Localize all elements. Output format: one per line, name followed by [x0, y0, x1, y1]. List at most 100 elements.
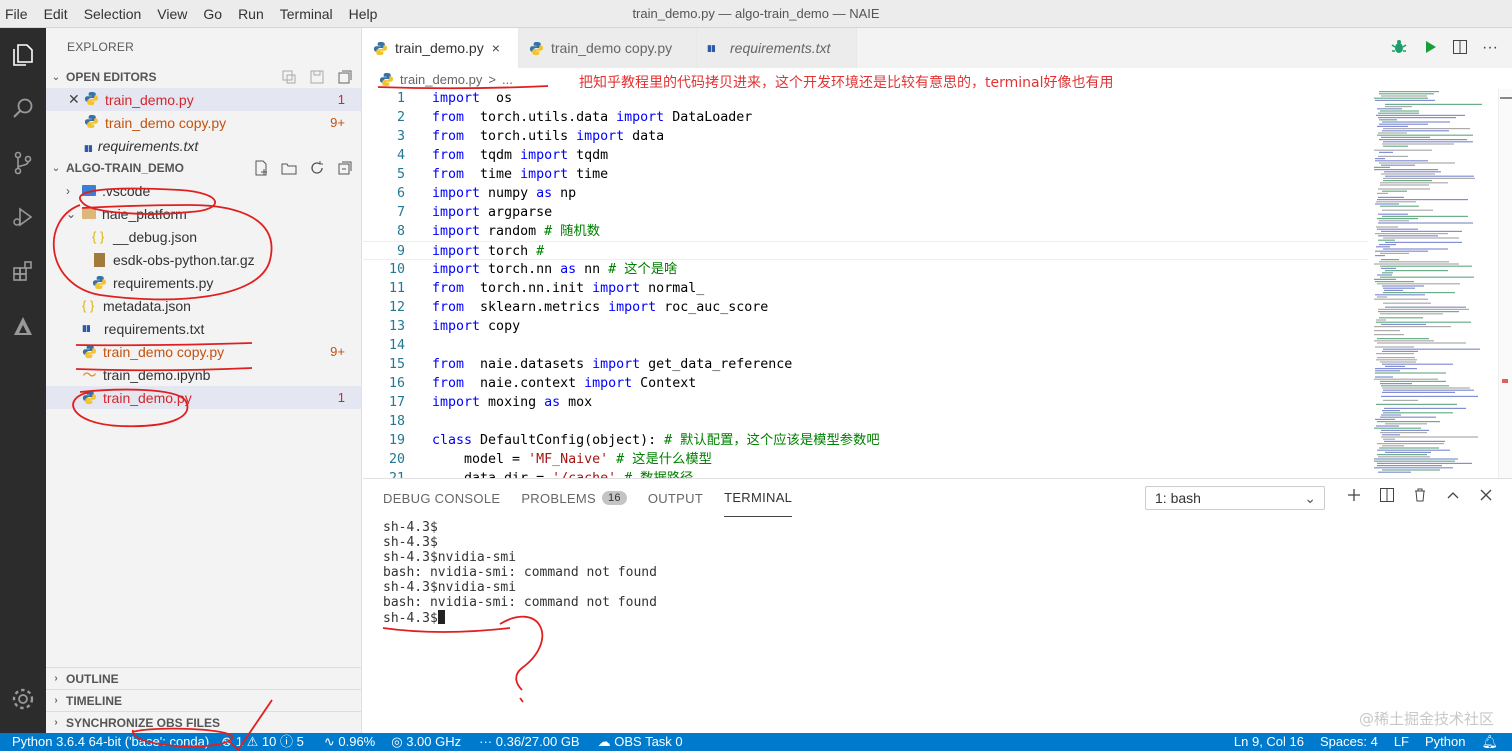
editor-tab[interactable]: ▮▮ requirements.txt [697, 28, 857, 68]
line-number: 20 [388, 452, 405, 467]
collapse-all-icon[interactable] [337, 160, 353, 176]
source-control-icon[interactable] [0, 140, 46, 186]
python-file-icon [92, 275, 107, 290]
settings-gear-icon[interactable] [0, 676, 46, 722]
freq-status[interactable]: ◎ 3.00 GHz [391, 733, 461, 751]
panel-tab-debug-console[interactable]: DEBUG CONSOLE [383, 479, 500, 517]
menu-help[interactable]: Help [341, 0, 386, 28]
close-icon[interactable]: × [492, 40, 500, 56]
python-file-icon [373, 41, 388, 56]
folder-item[interactable]: › .vscode [46, 179, 361, 202]
tree-item-label: requirements.py [113, 274, 214, 291]
terminal-select[interactable]: 1: bash ⌄ [1145, 486, 1325, 510]
editor-tab[interactable]: train_demo.py × [363, 28, 519, 68]
close-panel-icon[interactable] [1478, 487, 1494, 506]
close-all-icon[interactable] [337, 69, 353, 85]
section-timeline[interactable]: › TIMELINE [46, 689, 362, 711]
menu-selection[interactable]: Selection [76, 0, 150, 28]
split-editor-icon[interactable] [1452, 39, 1468, 58]
editor-scrollbar[interactable] [1498, 89, 1512, 478]
terminal-line: sh-4.3$ [383, 520, 1512, 535]
file-item[interactable]: requirements.py [46, 271, 361, 294]
bug-icon[interactable] [1390, 38, 1408, 59]
panel-tab-terminal[interactable]: TERMINAL [724, 479, 793, 517]
code-token: import [432, 262, 481, 277]
problems-status[interactable]: ⊗ 1 ⚠ 10 ⓘ 5 [221, 733, 304, 751]
language-mode[interactable]: Python [1425, 733, 1465, 751]
maximize-panel-icon[interactable] [1445, 487, 1461, 506]
new-folder-icon[interactable] [281, 160, 297, 176]
open-editor-label: requirements.txt [97, 137, 199, 154]
notifications-bell-icon[interactable]: 🔔︎ [1481, 733, 1498, 751]
cursor-position[interactable]: Ln 9, Col 16 [1234, 733, 1304, 751]
cpu-status[interactable]: ∿ 0.96% [324, 733, 375, 751]
save-all-icon[interactable] [309, 69, 325, 85]
tree-item-label: train_demo.py [103, 389, 192, 406]
section-outline[interactable]: › OUTLINE [46, 667, 362, 689]
python-interpreter[interactable]: Python 3.6.4 64-bit ('base': conda) [12, 733, 209, 751]
open-editors-header[interactable]: ⌄ OPEN EDITORS [46, 66, 361, 88]
new-file-icon[interactable] [253, 160, 269, 176]
menu-go[interactable]: Go [195, 0, 230, 28]
indentation[interactable]: Spaces: 4 [1320, 733, 1378, 751]
code-token: np [552, 186, 577, 201]
panel-tab-label: OUTPUT [647, 490, 704, 506]
code-token: torch.utils [464, 129, 577, 144]
split-terminal-icon[interactable] [1379, 487, 1395, 506]
file-item[interactable]: { } metadata.json [46, 294, 361, 317]
minimap[interactable] [1370, 89, 1498, 478]
memory-value: 0.36/27.00 GB [495, 734, 580, 749]
terminal-output[interactable]: sh-4.3$ sh-4.3$ sh-4.3$nvidia-smi bash: nvi… [363, 517, 1512, 626]
new-untitled-file-icon[interactable] [281, 69, 297, 85]
workspace-header[interactable]: ⌄ ALGO-TRAIN_DEMO [46, 157, 361, 179]
file-item[interactable]: ▮▮ requirements.txt [46, 317, 361, 340]
files-icon[interactable] [0, 32, 46, 78]
kill-terminal-icon[interactable] [1412, 487, 1428, 506]
open-editor-item[interactable]: ▮▮ requirements.txt [46, 134, 361, 157]
menu-terminal[interactable]: Terminal [272, 0, 341, 28]
breadcrumb-more[interactable]: ... [502, 72, 513, 87]
end-of-line[interactable]: LF [1394, 733, 1409, 751]
panel-tab-output[interactable]: OUTPUT [648, 479, 703, 517]
file-item[interactable]: train_demo copy.py 9+ [46, 340, 361, 363]
naie-icon[interactable] [0, 304, 46, 350]
code-line: 5 from time import time [363, 165, 1368, 184]
refresh-icon[interactable] [309, 160, 325, 176]
panel-tab-problems[interactable]: PROBLEMS 16 [521, 479, 627, 517]
line-number: 1 [396, 91, 405, 106]
terminal-text: sh-4.3$ [383, 535, 438, 550]
breadcrumb-file[interactable]: train_demo.py [400, 72, 482, 87]
code-text: from time import time [432, 165, 608, 184]
menu-run[interactable]: Run [230, 0, 272, 28]
run-debug-icon[interactable] [0, 194, 46, 240]
open-editor-item[interactable]: train_demo copy.py 9+ [46, 111, 361, 134]
tree-item-label: requirements.txt [104, 320, 205, 337]
file-item[interactable]: 〜 train_demo.ipynb [46, 363, 361, 386]
code-token: # 默认配置，这个应该是模型参数吧 [664, 433, 880, 448]
menu-view[interactable]: View [149, 0, 195, 28]
more-actions-icon[interactable]: ··· [1482, 39, 1498, 57]
close-icon[interactable]: ✕ [68, 91, 82, 108]
obs-status[interactable]: ☁ OBS Task 0 [598, 733, 683, 751]
line-number: 19 [388, 433, 405, 448]
code-editor[interactable]: 1 import os 2 from torch.utils.data import … [363, 89, 1368, 478]
terminal-text: sh-4.3$ [383, 520, 438, 535]
menu-edit[interactable]: Edit [36, 0, 76, 28]
memory-status[interactable]: ··· 0.36/27.00 GB [479, 733, 579, 751]
menu-file[interactable]: File [0, 0, 36, 28]
new-terminal-icon[interactable] [1346, 487, 1362, 506]
search-icon[interactable] [0, 86, 46, 132]
editor-tab[interactable]: train_demo copy.py [519, 28, 697, 68]
section-synchronize-obs-files[interactable]: › SYNCHRONIZE OBS FILES [46, 711, 362, 733]
open-editor-item[interactable]: ✕ train_demo.py 1 [46, 88, 361, 111]
file-item[interactable]: esdk-obs-python.tar.gz [46, 248, 361, 271]
open-editor-label: train_demo.py [105, 91, 194, 108]
file-item[interactable]: { } __debug.json [46, 225, 361, 248]
explorer-title: EXPLORER [67, 40, 134, 54]
extensions-icon[interactable] [0, 248, 46, 294]
panel-tab-label: TERMINAL [724, 490, 793, 505]
code-line: 16 from naie.context import Context [363, 374, 1368, 393]
file-item[interactable]: train_demo.py 1 [46, 386, 361, 409]
folder-item[interactable]: ⌄ naie_platform [46, 202, 361, 225]
run-file-icon[interactable] [1422, 39, 1438, 58]
